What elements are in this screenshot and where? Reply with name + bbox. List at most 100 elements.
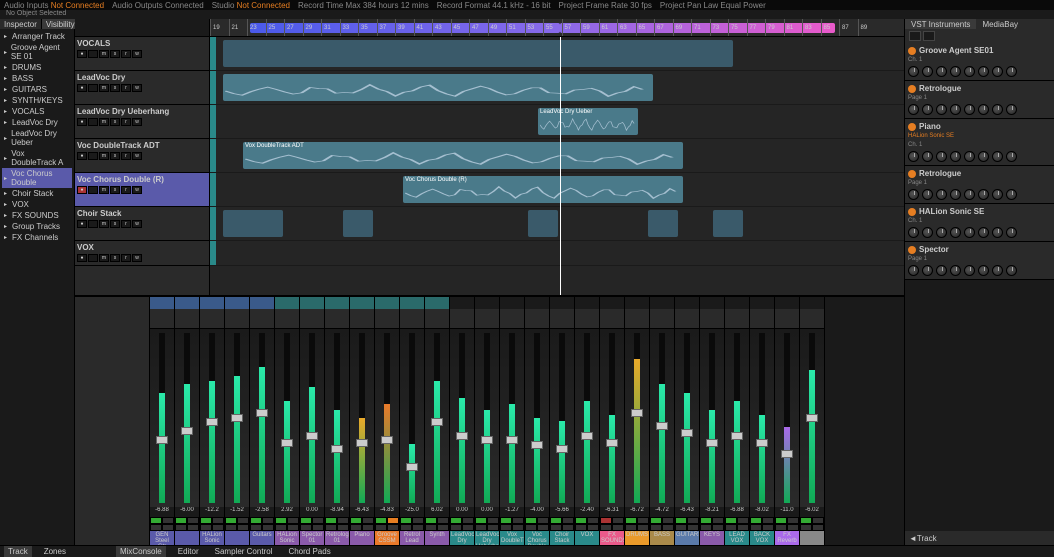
channel-fader-area[interactable] [550, 329, 574, 507]
mixer-channel[interactable]: 0.00LeadVoc Dry [450, 297, 475, 545]
channel-write-button[interactable] [662, 524, 674, 531]
mixer-channel[interactable]: -11.0FX Reverb [775, 297, 800, 545]
channel-mute-button[interactable] [600, 517, 612, 524]
channel-mute-button[interactable] [350, 517, 362, 524]
expand-icon[interactable]: ▸ [4, 201, 10, 208]
channel-mute-button[interactable] [325, 517, 337, 524]
channel-inserts[interactable] [575, 309, 599, 329]
audio-clip[interactable]: Voc Chorus Double (R) [403, 176, 683, 202]
channel-mute-button[interactable] [725, 517, 737, 524]
channel-write-button[interactable] [637, 524, 649, 531]
channel-solo-button[interactable] [487, 517, 499, 524]
tree-item[interactable]: ▸Groove Agent SE 01 [2, 42, 72, 62]
tree-item[interactable]: ▸FX SOUNDS [2, 210, 72, 221]
channel-write-button[interactable] [712, 524, 724, 531]
tree-item[interactable]: ▸Group Tracks [2, 221, 72, 232]
mixer-channel[interactable]: -12.2HALion Sonic [200, 297, 225, 545]
channel-write-button[interactable] [337, 524, 349, 531]
audio-clip[interactable] [713, 210, 743, 236]
expand-icon[interactable]: ▸ [4, 75, 10, 82]
fader-cap[interactable] [556, 445, 568, 453]
mixer-channels[interactable]: -6.88GEN Steel Gtr-6.00-12.2HALion Sonic… [150, 297, 904, 545]
read-button[interactable]: r [121, 84, 131, 92]
read-button[interactable]: r [121, 254, 131, 262]
mixer-channel[interactable]: 0.00Spector 01 [300, 297, 325, 545]
channel-mute-button[interactable] [800, 517, 812, 524]
channel-read-button[interactable] [425, 524, 437, 531]
ruler[interactable]: 1921232527293133353739414345474951535557… [210, 19, 904, 37]
channel-inserts[interactable] [725, 309, 749, 329]
channel-solo-button[interactable] [637, 517, 649, 524]
track-tree[interactable]: ▸Arranger Track▸Groove Agent SE 01▸DRUMS… [0, 29, 74, 545]
mixer-channel[interactable]: 6.02Synth [425, 297, 450, 545]
channel-fader-area[interactable] [225, 329, 249, 507]
vst-knob[interactable] [936, 104, 947, 115]
track-lane[interactable]: Vox DoubleTrack ADT [210, 139, 904, 173]
channel-solo-button[interactable] [737, 517, 749, 524]
track-lane[interactable] [210, 37, 904, 71]
channel-fader-area[interactable] [775, 329, 799, 507]
playhead[interactable] [560, 37, 561, 295]
vst-knob[interactable] [978, 151, 989, 162]
channel-read-button[interactable] [775, 524, 787, 531]
mixer-channel[interactable]: -2.40VOX [575, 297, 600, 545]
mixer-channel[interactable]: 2.92HALion Sonic [275, 297, 300, 545]
channel-solo-button[interactable] [812, 517, 824, 524]
channel-write-button[interactable] [487, 524, 499, 531]
channel-inserts[interactable] [650, 309, 674, 329]
expand-icon[interactable]: ▸ [4, 108, 10, 115]
channel-mute-button[interactable] [775, 517, 787, 524]
solo-button[interactable]: s [110, 118, 120, 126]
channel-write-button[interactable] [287, 524, 299, 531]
vst-knob[interactable] [978, 189, 989, 200]
channel-fader-area[interactable] [725, 329, 749, 507]
vst-knob[interactable] [950, 189, 961, 200]
vst-instrument[interactable]: RetrologuePage 1 [905, 81, 1054, 119]
mute-button[interactable]: m [99, 254, 109, 262]
mixer-channel[interactable]: -4.72BASS [650, 297, 675, 545]
channel-solo-button[interactable] [537, 517, 549, 524]
mixer-channel[interactable]: -6.02 [800, 297, 825, 545]
audio-clip[interactable]: Vox DoubleTrack ADT [243, 142, 683, 168]
fader-cap[interactable] [181, 427, 193, 435]
channel-write-button[interactable] [387, 524, 399, 531]
bottom-tab[interactable]: Track [4, 546, 32, 557]
mixer-channel[interactable]: -6.31FX SOUNDS [600, 297, 625, 545]
channel-read-button[interactable] [175, 524, 187, 531]
monitor-button[interactable] [88, 220, 98, 228]
channel-solo-button[interactable] [187, 517, 199, 524]
vst-knob[interactable] [978, 104, 989, 115]
channel-solo-button[interactable] [162, 517, 174, 524]
channel-write-button[interactable] [237, 524, 249, 531]
record-button[interactable]: ● [77, 152, 87, 160]
channel-write-button[interactable] [312, 524, 324, 531]
channel-read-button[interactable] [350, 524, 362, 531]
channel-fader-area[interactable] [150, 329, 174, 507]
mixer-channel[interactable]: -2.58Guitars [250, 297, 275, 545]
channel-mute-button[interactable] [625, 517, 637, 524]
vst-knob[interactable] [992, 227, 1003, 238]
solo-button[interactable]: s [110, 254, 120, 262]
fader-cap[interactable] [456, 432, 468, 440]
channel-mute-button[interactable] [450, 517, 462, 524]
channel-solo-button[interactable] [512, 517, 524, 524]
fader-cap[interactable] [531, 441, 543, 449]
vst-knob[interactable] [1006, 104, 1017, 115]
channel-read-button[interactable] [550, 524, 562, 531]
vst-knob[interactable] [992, 104, 1003, 115]
write-button[interactable]: w [132, 186, 142, 194]
track-lane[interactable]: LeadVoc Dry Ueber [210, 105, 904, 139]
mixer-channel[interactable]: -8.02BACK VOX [750, 297, 775, 545]
lanes[interactable]: LeadVoc Dry Ueber Vox DoubleTrack ADT Voc … [210, 37, 904, 295]
tree-item[interactable]: ▸Choir Stack [2, 188, 72, 199]
expand-icon[interactable]: ▸ [4, 97, 10, 104]
channel-mute-button[interactable] [525, 517, 537, 524]
audio-clip[interactable] [223, 40, 733, 66]
channel-mute-button[interactable] [700, 517, 712, 524]
monitor-button[interactable] [88, 152, 98, 160]
channel-read-button[interactable] [400, 524, 412, 531]
channel-fader-area[interactable] [600, 329, 624, 507]
vst-knob[interactable] [1006, 151, 1017, 162]
channel-fader-area[interactable] [650, 329, 674, 507]
channel-inserts[interactable] [375, 309, 399, 329]
